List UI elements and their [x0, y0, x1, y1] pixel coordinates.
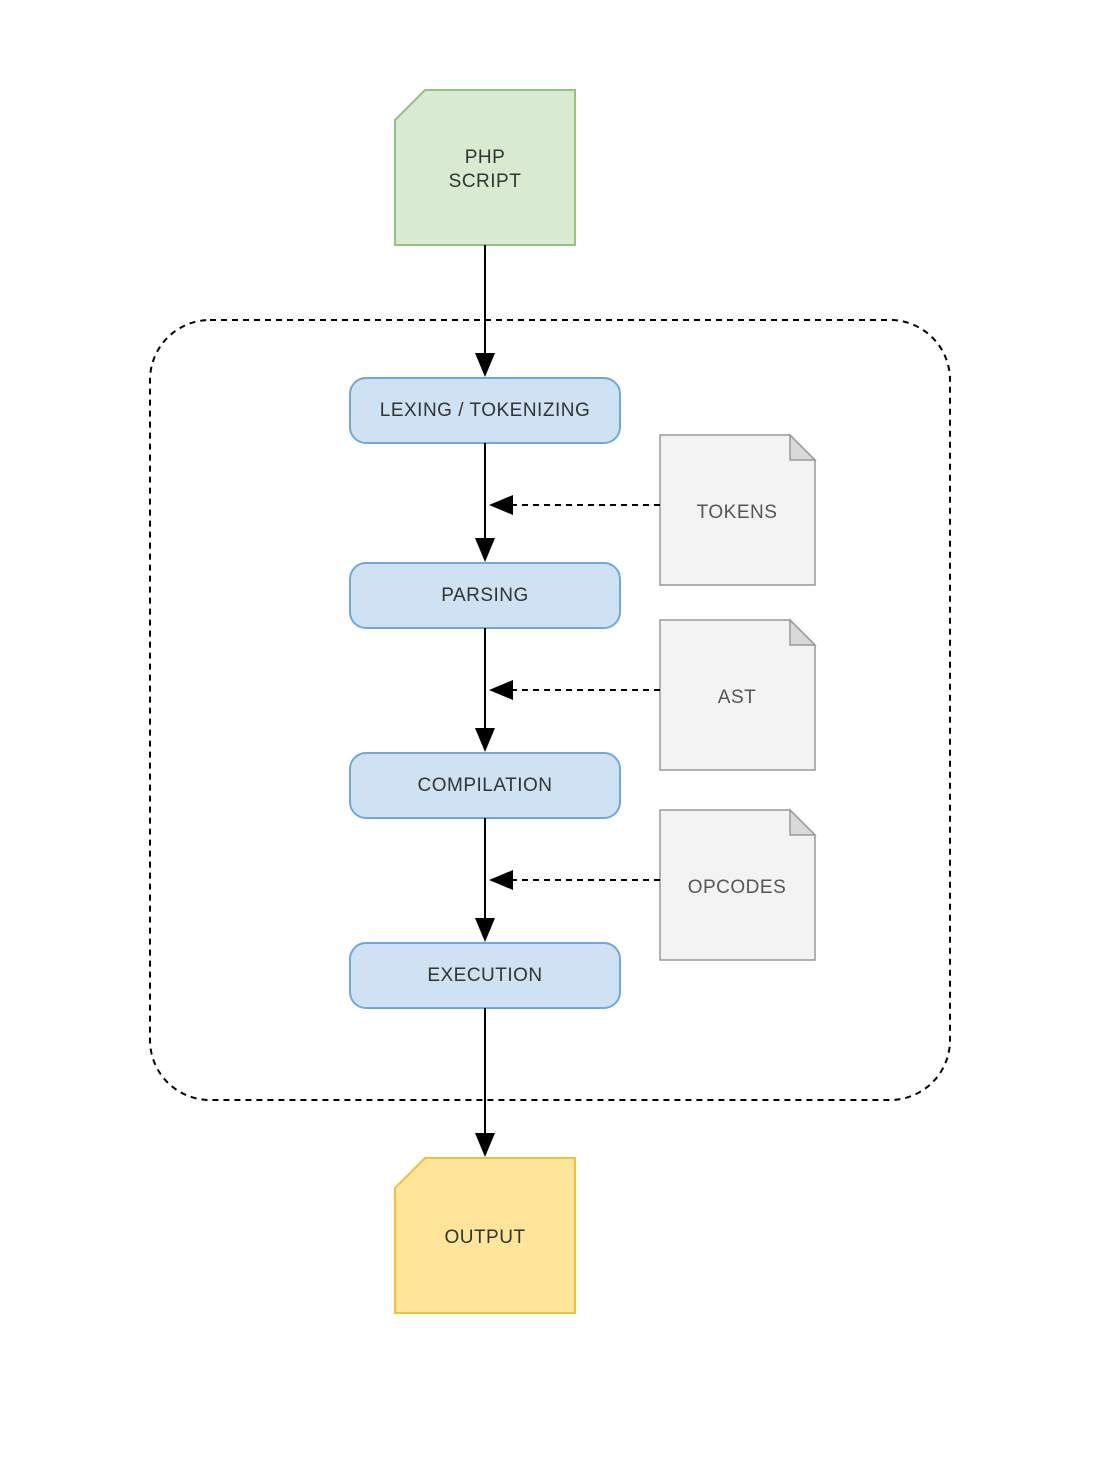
input-label-line2: SCRIPT — [449, 171, 522, 192]
artifact-tokens: TOKENS — [660, 435, 815, 585]
input-label-line1: PHP — [465, 147, 506, 168]
stage-execution-label: EXECUTION — [427, 965, 542, 986]
stage-compilation-label: COMPILATION — [418, 775, 553, 796]
output-block: OUTPUT — [395, 1158, 575, 1313]
artifact-ast: AST — [660, 620, 815, 770]
artifact-ast-label: AST — [718, 687, 756, 708]
artifact-opcodes: OPCODES — [660, 810, 815, 960]
flowchart-canvas: PHP SCRIPT LEXING / TOKENIZING TOKENS PA… — [0, 0, 1100, 1460]
stage-lexing-label: LEXING / TOKENIZING — [380, 400, 590, 421]
input-block: PHP SCRIPT — [395, 90, 575, 245]
artifact-opcodes-label: OPCODES — [688, 877, 787, 898]
output-label: OUTPUT — [444, 1227, 525, 1248]
artifact-tokens-label: TOKENS — [697, 502, 778, 523]
stage-parsing-label: PARSING — [441, 585, 529, 606]
